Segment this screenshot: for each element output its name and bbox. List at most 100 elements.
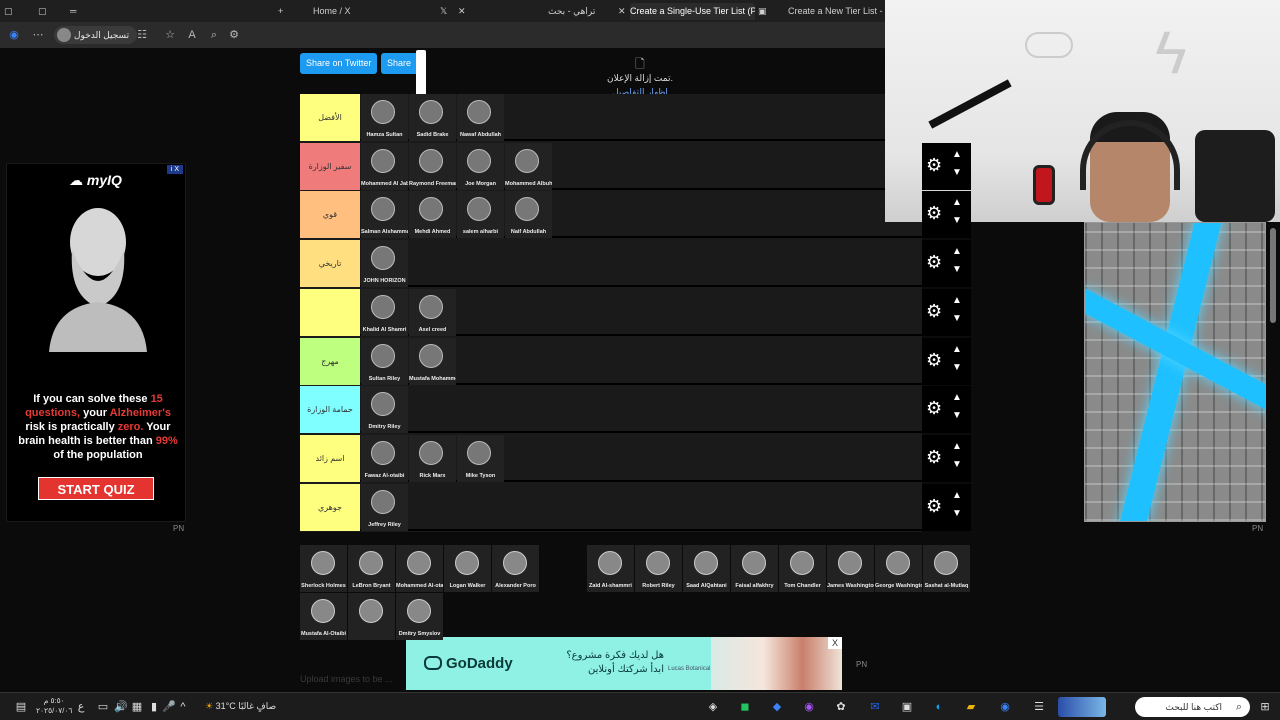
chevron-up-icon[interactable]: ^ [174,698,192,716]
ad-close-button[interactable]: i X [167,165,183,174]
unranked-card[interactable]: Zaid Al-shammri [587,545,634,592]
chevron-down-icon[interactable]: ▼ [952,215,962,226]
copilot-icon[interactable]: ◉ [996,698,1014,716]
tier-card[interactable]: Mohammed Albuhaidi [505,142,552,190]
chevron-down-icon[interactable]: ▼ [952,459,962,470]
tab-search[interactable]: تراهي - بحث [548,3,612,20]
favorite-star-icon[interactable]: ☆ [162,27,178,43]
tier-label[interactable]: قوي [300,191,360,239]
chevron-down-icon[interactable]: ▼ [952,362,962,373]
task-view-icon[interactable]: ☰ [1030,698,1048,716]
display-icon[interactable]: ▭ [94,698,112,716]
taskbar-clock[interactable]: ٥:٥٠ م ٢٠٢٥/٠٧/٠٦ [36,696,72,716]
search-highlight-image[interactable] [1058,697,1106,717]
chevron-up-icon[interactable]: ▲ [952,246,962,257]
tier-label[interactable]: سفير الوزارة [300,142,360,190]
chevron-down-icon[interactable]: ▼ [952,264,962,275]
tier-card[interactable]: Hamza Sultan [361,94,408,141]
edge-icon[interactable]: ◐ [930,698,948,716]
inner-scrollbar[interactable] [416,50,426,100]
app-icon[interactable]: ◼ [736,698,754,716]
chevron-up-icon[interactable]: ▲ [952,149,962,160]
new-tab-plus-icon[interactable]: + [278,3,290,20]
unranked-card[interactable]: Sashat al-Mutlaq [923,545,970,592]
find-icon[interactable]: ⌕ [206,27,222,43]
share-other-button[interactable]: Share o [381,53,419,74]
tier-label[interactable]: الأفضل [300,94,360,141]
tier-card[interactable]: Joe Morgan [457,142,504,190]
tab-actions-icon[interactable]: ▢ [38,3,52,20]
copilot-icon[interactable]: ◉ [6,27,22,43]
translate-icon[interactable]: ⚙ [226,27,242,43]
file-explorer-icon[interactable]: ▰ [962,698,980,716]
tier-card[interactable]: Naif Abdullah [505,191,552,239]
gear-icon[interactable]: ⚙ [926,252,942,273]
chevron-up-icon[interactable]: ▲ [952,392,962,403]
tier-label[interactable]: مهرج [300,337,360,385]
windows-start-icon[interactable]: ⊞ [1256,698,1274,716]
app-icon[interactable]: ◈ [704,698,722,716]
unranked-card[interactable]: Robert Riley [635,545,682,592]
tab-single-use-tier-list[interactable]: Create a Single-Use Tier List (Priv [630,3,755,20]
workspaces-icon[interactable]: ═ [70,3,84,20]
tier-label[interactable] [300,288,360,336]
unranked-card[interactable]: Sherlock Holmes [300,545,347,592]
tier-card[interactable]: salem alharbi [457,191,504,239]
chevron-down-icon[interactable]: ▼ [952,313,962,324]
tier-card[interactable]: Rick Marx [409,434,456,482]
tier-card[interactable]: Axel creed [409,288,456,336]
unranked-card[interactable]: Faisal alfakhry [731,545,778,592]
start-quiz-button[interactable]: START QUIZ [38,477,154,500]
calculator-icon[interactable]: ▣ [898,698,916,716]
chevron-down-icon[interactable]: ▼ [952,410,962,421]
gear-icon[interactable]: ⚙ [926,447,942,468]
gear-icon[interactable]: ⚙ [926,398,942,419]
language-indicator[interactable]: ع [72,698,90,716]
gear-icon[interactable]: ⚙ [926,203,942,224]
gear-icon[interactable]: ⚙ [926,496,942,517]
window-menu-icon[interactable]: ▢ [4,3,18,20]
tier-card[interactable]: Dmitry Riley [361,386,408,434]
unranked-card[interactable]: Mohammed Al-otaibi [396,545,443,592]
myiq-ad[interactable]: i X ☁ myIQ If you can solve these 15 que… [6,163,186,522]
tier-card[interactable]: Mike Tyson [457,434,504,482]
chevron-down-icon[interactable]: ▼ [952,167,962,178]
app-icon[interactable]: ✿ [832,698,850,716]
gear-icon[interactable]: ⚙ [926,155,942,176]
gear-icon[interactable]: ⚙ [926,350,942,371]
chevron-up-icon[interactable]: ▲ [952,441,962,452]
tier-label[interactable]: تاريخي [300,240,360,288]
read-aloud-icon[interactable]: A [184,27,200,43]
share-twitter-button[interactable]: Share on Twitter [300,53,378,74]
chevron-up-icon[interactable]: ▲ [952,197,962,208]
unranked-card[interactable]: James Washington [827,545,874,592]
chevron-up-icon[interactable]: ▲ [952,490,962,501]
unranked-card[interactable]: Saad AlQahtani [683,545,730,592]
tier-card[interactable]: Khalid Al Shamri [361,288,408,336]
chevron-up-icon[interactable]: ▲ [952,344,962,355]
tier-card[interactable]: Sadid Brake [409,94,456,141]
tier-card[interactable]: Salman Alshammari [361,191,408,239]
tier-label[interactable]: اسم زائد [300,434,360,482]
unranked-card[interactable]: George Washington [875,545,922,592]
page-scrollbar[interactable] [1268,222,1278,522]
chevron-down-icon[interactable]: ▼ [952,508,962,519]
unranked-card[interactable]: Tom Chandler [779,545,826,592]
chevron-up-icon[interactable]: ▲ [952,295,962,306]
tab-new-tier-list[interactable]: Create a New Tier List - Tie [788,3,885,20]
app-icon[interactable]: ◆ [768,698,786,716]
notification-icon[interactable]: ▤ [12,698,30,716]
tier-card[interactable]: Jeffrey Riley [361,483,408,531]
weather-widget[interactable]: ☀ 31°C صافٍ غالبًا [205,701,276,712]
tier-label[interactable]: حمامة الوزارة [300,386,360,434]
tab-close-icon[interactable]: ✕ [458,3,472,20]
unranked-card[interactable]: Alexander Poro [492,545,539,592]
unranked-card[interactable]: Mustafa Al-Otaibi [300,593,347,640]
tier-card[interactable]: Raymond Freeman [409,142,456,190]
profile-signin-button[interactable]: تسجيل الدخول [54,26,138,44]
unranked-card[interactable]: LeBron Bryant [348,545,395,592]
more-icon[interactable]: ⋯ [30,27,46,43]
app-icon[interactable]: ◉ [800,698,818,716]
tier-label[interactable]: جوهري [300,483,360,531]
unranked-card[interactable]: Dmitry Smyslov [396,593,443,640]
